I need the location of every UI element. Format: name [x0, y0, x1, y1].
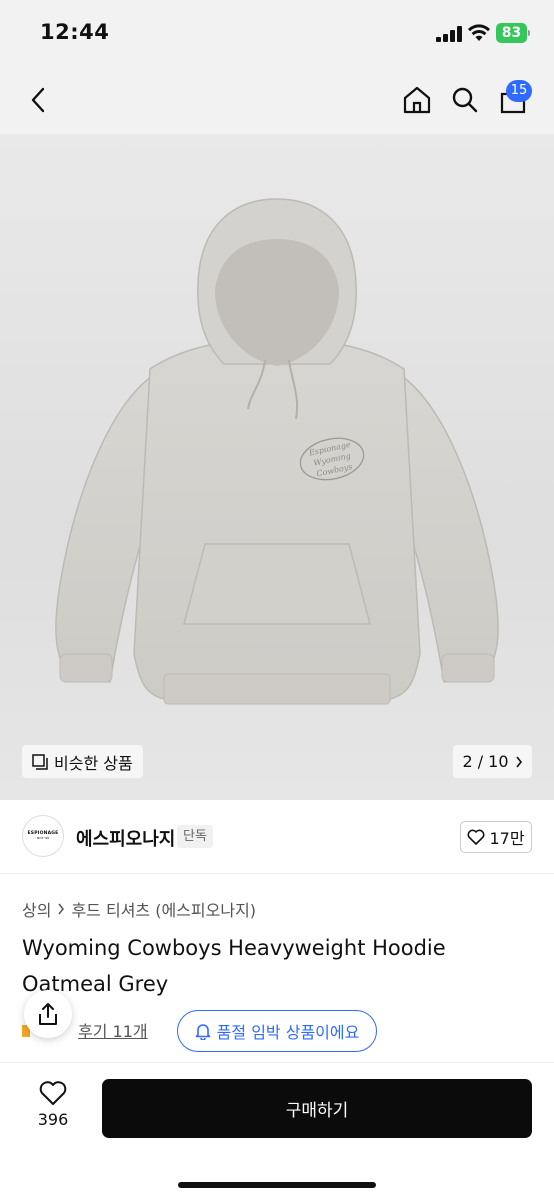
- wifi-icon: [468, 24, 490, 42]
- wishlist-button[interactable]: 396: [28, 1080, 78, 1136]
- battery-level: 83: [496, 23, 527, 43]
- top-nav: [0, 66, 554, 134]
- image-pager[interactable]: 2 / 10: [453, 745, 532, 778]
- brand-like-button[interactable]: 17만: [460, 821, 532, 853]
- product-image[interactable]: Espionage Wyoming Cowboys: [0, 134, 554, 800]
- brand-logo-sub: NOT '98: [36, 835, 50, 840]
- similar-icon: [32, 753, 48, 770]
- product-title: Wyoming Cowboys Heavyweight Hoodie Oatme…: [22, 936, 446, 996]
- buy-button[interactable]: 구매하기: [102, 1079, 532, 1138]
- similar-products-button[interactable]: 비슷한 상품: [22, 745, 143, 778]
- heart-icon: [39, 1081, 67, 1105]
- home-icon: [403, 86, 431, 114]
- home-button[interactable]: [397, 80, 437, 120]
- breadcrumb-item[interactable]: 상의: [22, 897, 51, 921]
- share-button[interactable]: [24, 990, 72, 1038]
- heart-icon: [467, 829, 485, 845]
- soldout-alert-button[interactable]: 품절 임박 상품이에요: [177, 1010, 377, 1052]
- reviews-link[interactable]: 후기 11개: [78, 1018, 148, 1042]
- cellular-signal-icon: [436, 26, 462, 42]
- brand-row: ESPIONAGE NOT '98 에스피오나지 단독 17만: [0, 800, 554, 874]
- similar-label: 비슷한 상품: [54, 753, 133, 773]
- brand-like-count: 17만: [489, 829, 525, 848]
- brand-logo[interactable]: ESPIONAGE NOT '98: [22, 815, 64, 857]
- status-bar: 12:44 83: [0, 0, 554, 66]
- search-button[interactable]: [445, 80, 485, 120]
- brand-name[interactable]: 에스피오나지: [76, 825, 175, 851]
- battery-icon: 83: [496, 23, 530, 43]
- hoodie-illustration: Espionage Wyoming Cowboys: [55, 198, 499, 705]
- exclusive-tag: 단독: [177, 825, 213, 848]
- pager-text: 2 / 10: [462, 752, 509, 771]
- home-indicator: [178, 1182, 376, 1188]
- breadcrumb-item[interactable]: 후드 티셔츠 (에스피오나지): [71, 897, 256, 921]
- chevron-left-icon: [31, 87, 45, 113]
- status-time: 12:44: [40, 20, 110, 44]
- soldout-label: 품절 임박 상품이에요: [216, 1023, 360, 1042]
- share-icon: [39, 1003, 57, 1025]
- chevron-right-icon: [58, 903, 65, 915]
- bell-icon: [195, 1024, 210, 1040]
- wishlist-count: 396: [37, 1110, 69, 1129]
- chevron-right-icon: [515, 756, 522, 767]
- cart-count-badge: 15: [506, 80, 532, 102]
- breadcrumb: 상의 후드 티셔츠 (에스피오나지): [22, 897, 256, 921]
- search-icon: [452, 87, 478, 113]
- back-button[interactable]: [18, 80, 58, 120]
